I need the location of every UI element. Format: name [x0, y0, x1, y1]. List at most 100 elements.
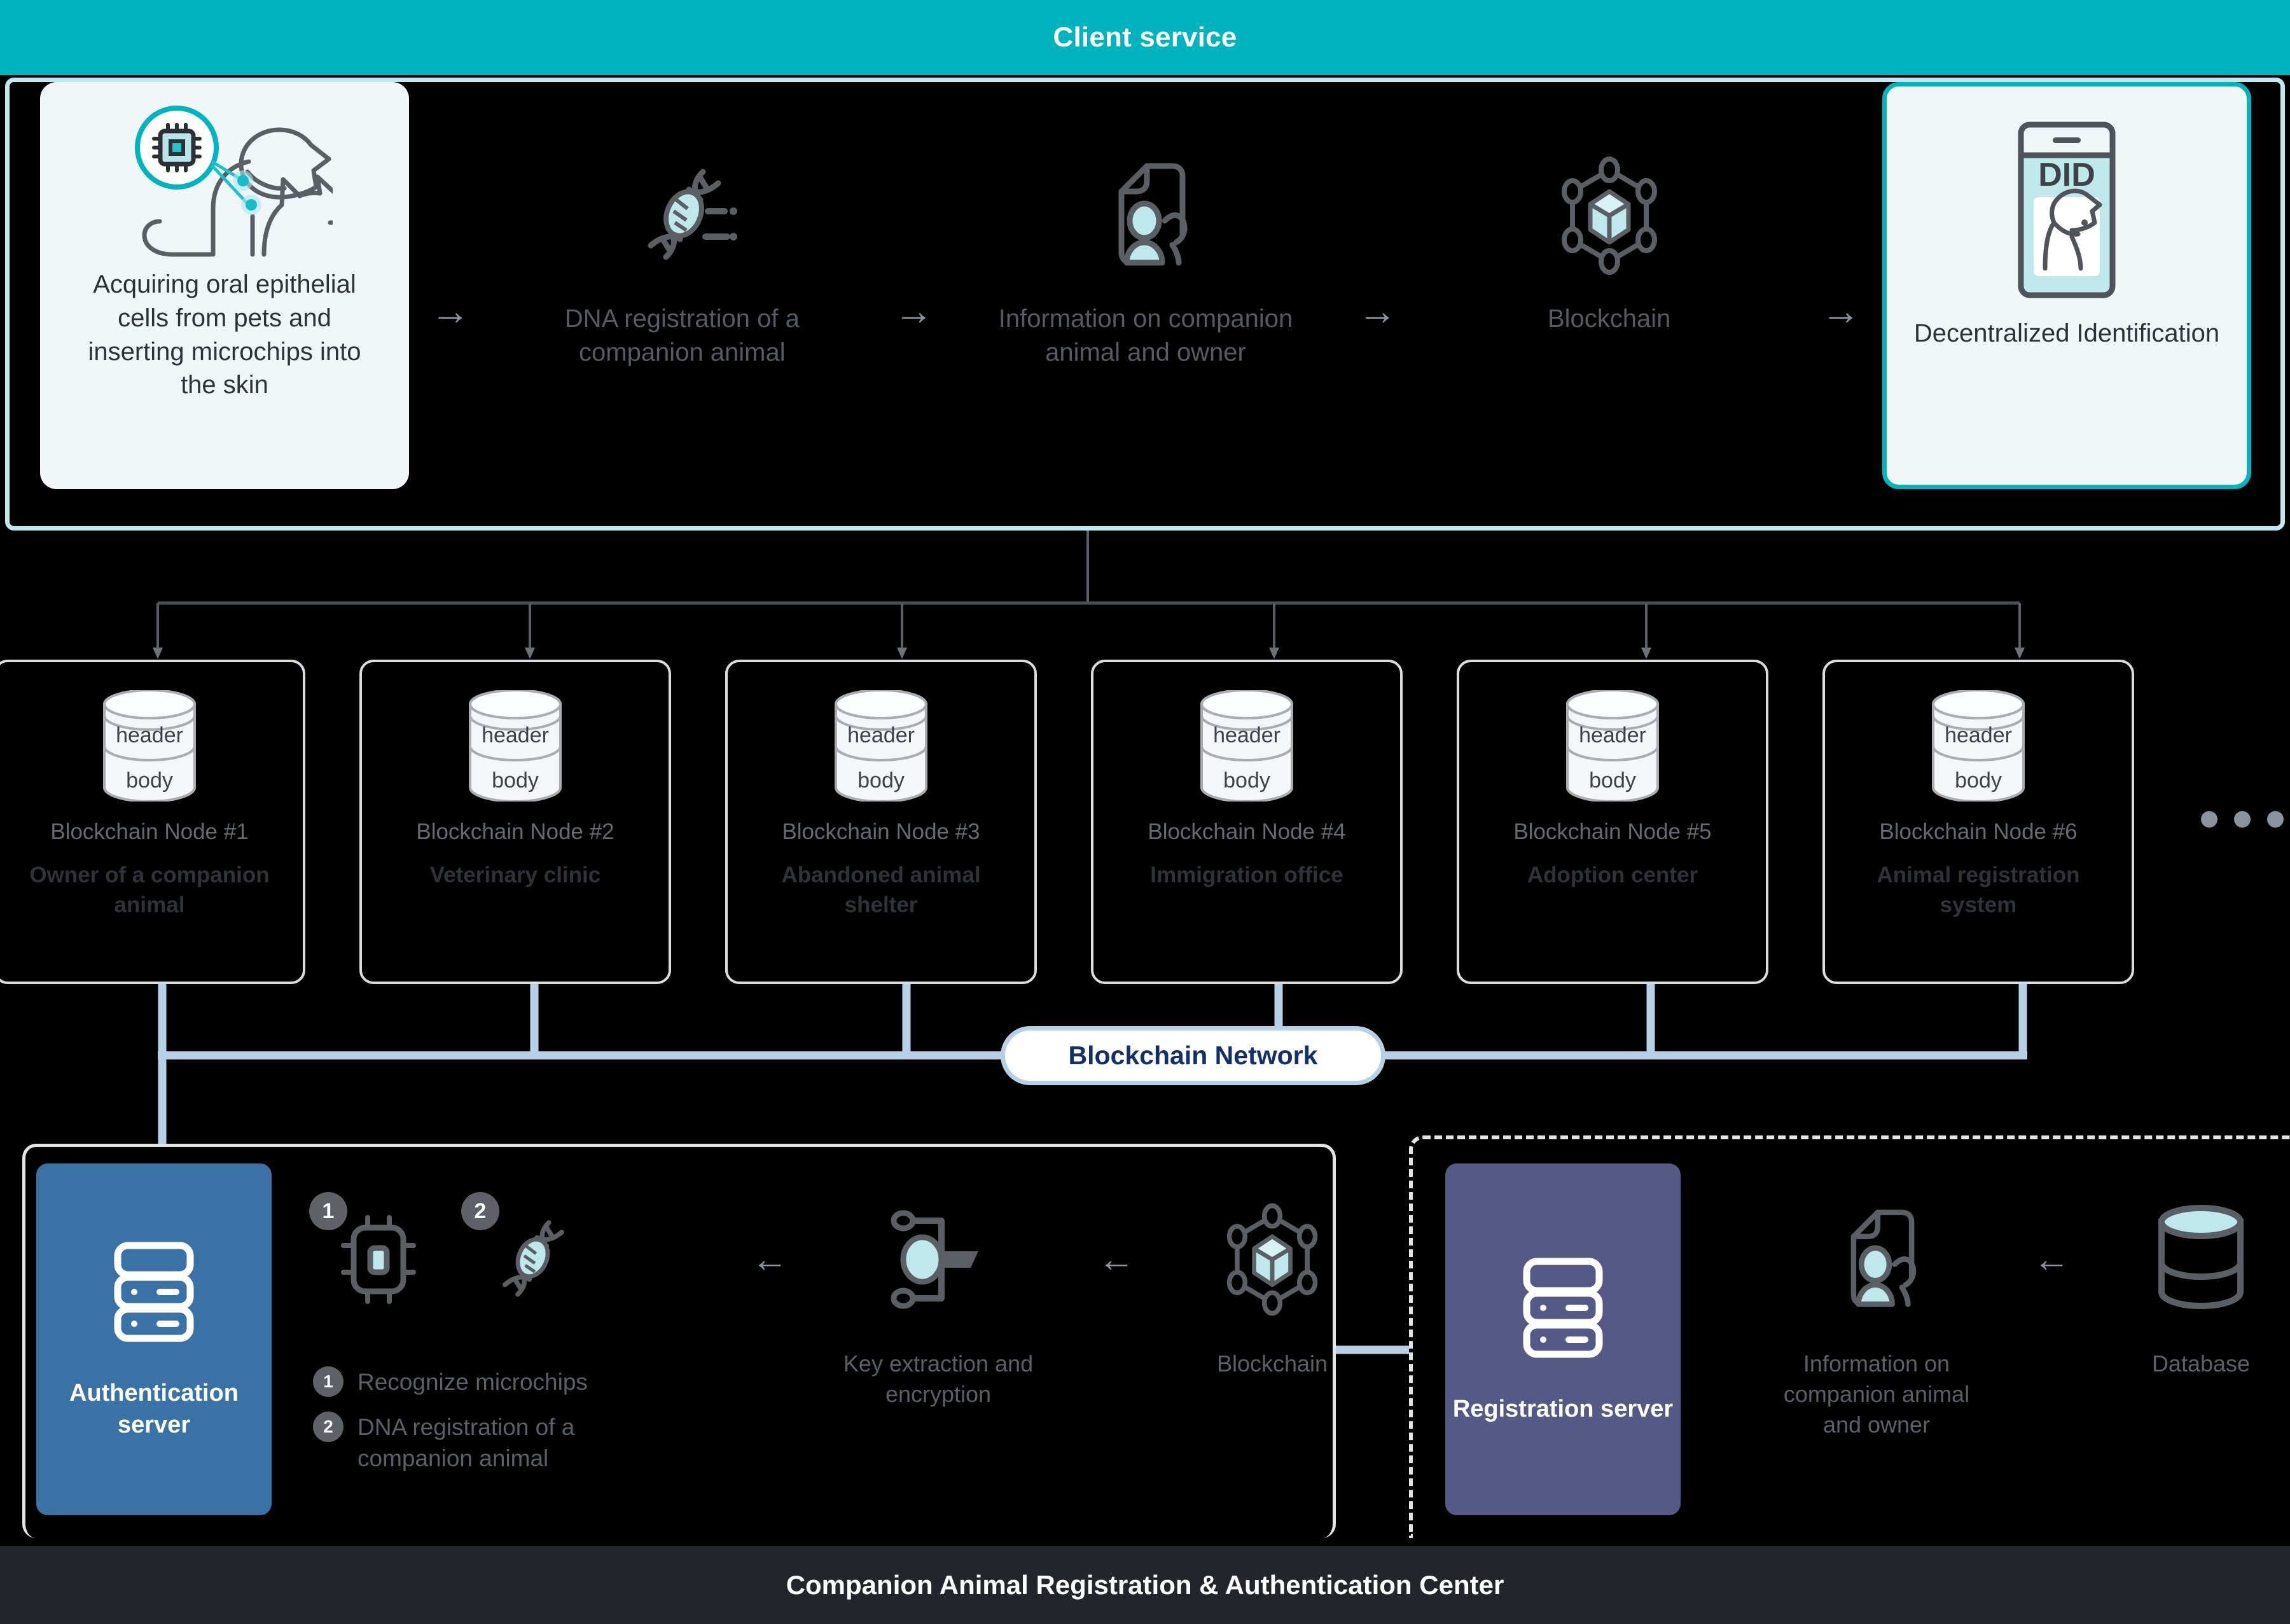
block-cylinder-icon: header body — [99, 690, 200, 802]
nodes-overflow-indicator — [2201, 811, 2284, 828]
block-body-label: body — [126, 768, 173, 793]
footer-bar: Companion Animal Registration & Authenti… — [0, 1546, 2290, 1624]
flow-step-dna-registration: DNA registration of a companion animal — [492, 82, 873, 370]
arrow-right-icon-3: → — [1357, 289, 1398, 333]
authentication-server-label: Authentication server — [69, 1379, 239, 1438]
document-person-pet-icon — [1816, 1196, 1937, 1323]
flow-step-caption: Blockchain — [1547, 305, 1671, 333]
flow-card-caption: Decentralized Identification — [1913, 319, 2220, 347]
legend-text: Recognize microchips — [357, 1369, 588, 1395]
block-header-label: header — [1945, 723, 2012, 747]
did-phone-dog-icon: DID — [1990, 116, 2143, 307]
top-flow-row: Acquiring oral epithelial cells from pet… — [10, 82, 2280, 526]
block-header-label: header — [847, 723, 915, 747]
flow-step-caption: DNA registration of a companion animal — [564, 305, 800, 366]
client-service-header: Client service — [0, 0, 2290, 75]
registration-server-box[interactable]: Registration server — [1445, 1163, 1681, 1515]
node-id-label: Blockchain Node #5 — [1513, 819, 1712, 844]
flow-card-microchip-acquisition[interactable]: Acquiring oral epithelial cells from pet… — [40, 82, 409, 489]
node-id-label: Blockchain Node #1 — [50, 819, 249, 844]
block-header-label: header — [482, 723, 549, 747]
block-header-label: header — [116, 723, 183, 747]
node-name-label: Owner of a companion animal — [29, 863, 270, 918]
arrow-right-icon-2: → — [894, 289, 934, 333]
dna-icon — [621, 146, 742, 286]
node-name-label: Animal registration system — [1877, 863, 2080, 918]
blockchain-node-card[interactable]: header body Blockchain Node #2 Veterinar… — [359, 660, 671, 984]
legend-badge-2: 2 — [313, 1412, 344, 1443]
block-cylinder-icon: header body — [1928, 690, 2029, 802]
block-body-label: body — [857, 768, 905, 793]
flow-card-decentralized-identification[interactable]: DID Decentralized Identification — [1882, 82, 2252, 489]
overflow-dot — [2234, 811, 2251, 828]
blockchain-node-card[interactable]: header body Blockchain Node #3 Abandoned… — [725, 660, 1037, 984]
auth-legend: 1 Recognize microchips 2 DNA registratio… — [313, 1366, 625, 1475]
block-body-label: body — [492, 768, 539, 793]
dna-icon: 2 — [461, 1192, 582, 1323]
blockchain-node-icon — [1212, 1196, 1333, 1323]
block-body-label: body — [1589, 768, 1636, 793]
flow-step-blockchain: Blockchain — [1419, 82, 1800, 336]
block-header-label: header — [1213, 723, 1280, 747]
block-cylinder-icon: header body — [831, 690, 931, 802]
blockchain-network-pill[interactable]: Blockchain Network — [1001, 1026, 1385, 1085]
blockchain-network-label: Blockchain Network — [1068, 1041, 1318, 1070]
blockchain-nodes-row: header body Blockchain Node #1 Owner of … — [0, 660, 2188, 984]
auth-flow-steps: ← Key extraction and encryption ← Blockc… — [719, 1196, 1368, 1410]
node-name-label: Adoption center — [1527, 863, 1698, 887]
key-encryption-icon — [878, 1196, 999, 1323]
authentication-server-box[interactable]: Authentication server — [36, 1163, 272, 1515]
flow-step-caption: Information on companion animal and owne… — [998, 305, 1293, 366]
document-person-pet-icon — [1082, 146, 1209, 286]
arrow-right-icon-1: → — [431, 289, 470, 333]
blockchain-node-icon — [1546, 146, 1673, 286]
auth-icon-dna-group: 2 — [461, 1192, 582, 1323]
auth-step-blockchain: Blockchain — [1177, 1196, 1368, 1379]
block-body-label: body — [1955, 768, 2002, 793]
registration-flow-steps: Information on companion animal and owne… — [1756, 1196, 2290, 1441]
blockchain-node-card[interactable]: header body Blockchain Node #4 Immigrati… — [1091, 660, 1403, 984]
overflow-dot — [2201, 811, 2217, 828]
flow-card-caption: Acquiring oral epithelial cells from pet… — [88, 270, 361, 399]
auth-step-caption: Key extraction and encryption — [843, 1350, 1034, 1408]
legend-item: 2 DNA registration of a companion animal — [313, 1412, 625, 1474]
microchip-icon: 1 — [309, 1192, 426, 1323]
legend-text: DNA registration of a companion animal — [357, 1414, 575, 1472]
node-id-label: Blockchain Node #6 — [1879, 819, 2078, 844]
client-service-panel: Acquiring oral epithelial cells from pet… — [5, 78, 2285, 531]
auth-step-key-extraction: Key extraction and encryption — [821, 1196, 1056, 1410]
reg-step-animal-owner-info: Information on companion animal and owne… — [1756, 1196, 1997, 1441]
registration-server-label: Registration server — [1452, 1395, 1674, 1422]
blockchain-node-card[interactable]: header body Blockchain Node #1 Owner of … — [0, 660, 305, 984]
step-badge-2: 2 — [461, 1192, 499, 1230]
reg-step-caption: Database — [2151, 1350, 2251, 1377]
pet-microchip-icon — [116, 106, 333, 257]
flow-step-animal-owner-info: Information on companion animal and owne… — [955, 82, 1336, 370]
block-cylinder-icon: header body — [1562, 690, 1663, 802]
blockchain-node-card[interactable]: header body Blockchain Node #6 Animal re… — [1822, 660, 2134, 984]
block-cylinder-icon: header body — [1197, 690, 1297, 802]
block-cylinder-icon: header body — [465, 690, 566, 802]
node-name-label: Veterinary clinic — [429, 863, 601, 887]
node-id-label: Blockchain Node #3 — [782, 819, 980, 844]
arrow-right-icon-4: → — [1821, 289, 1861, 333]
legend-item: 1 Recognize microchips — [313, 1366, 625, 1398]
footer-title: Companion Animal Registration & Authenti… — [786, 1569, 1504, 1600]
node-name-label: Immigration office — [1150, 863, 1343, 887]
auth-numbered-icons: 1 2 — [309, 1192, 582, 1323]
database-icon — [2150, 1196, 2252, 1323]
node-name-label: Abandoned animal shelter — [781, 863, 981, 918]
reg-step-database: Database — [2106, 1196, 2290, 1379]
node-id-label: Blockchain Node #4 — [1148, 819, 1346, 844]
did-badge-text: DID — [2038, 156, 2095, 193]
server-icon — [106, 1238, 202, 1349]
legend-badge-1: 1 — [313, 1366, 344, 1397]
overflow-dot — [2267, 811, 2284, 828]
blockchain-node-card[interactable]: header body Blockchain Node #5 Adoption … — [1457, 660, 1768, 984]
arrow-left-icon-2: ← — [1098, 1239, 1135, 1280]
server-icon — [1515, 1254, 1611, 1365]
node-id-label: Blockchain Node #2 — [416, 819, 614, 844]
auth-icon-microchip-group: 1 — [309, 1192, 426, 1323]
step-badge-1: 1 — [309, 1192, 347, 1230]
block-body-label: body — [1223, 768, 1270, 793]
